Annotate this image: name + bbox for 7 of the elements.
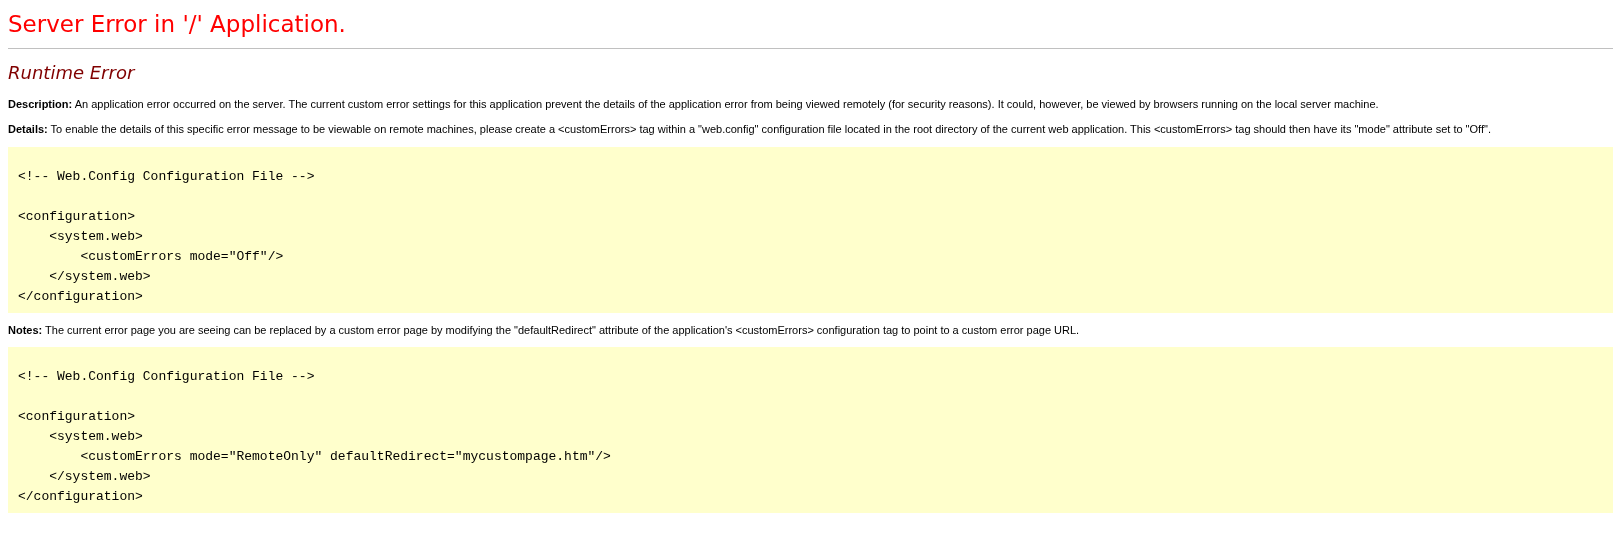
description-text: Description: An application error occurred on the server. The current custom error settings for this application prevent the details of the application error from being viewed remotely (for security reasons). It could, however, be viewed by browsers running on the local server machine. — [8, 97, 1380, 111]
page-title: Server Error in '/' Application. — [8, 10, 347, 38]
notes-text: Notes: The current error page you are seeing can be replaced by a custom error page by modifying the "defaultRedirect" attribute of the application's <customErrors> configuration tag to point to a custom error page URL. — [8, 323, 1081, 337]
error-heading: Runtime Error — [8, 61, 137, 85]
code-block: <!-- Web.Config Configuration File --> <configuration> <system.web> <customErrors mode="RemoteOnly" defaultRedirect="mycustompage.htm"/> </system.web> </configuration> — [8, 347, 1613, 513]
code-block: <!-- Web.Config Configuration File --> <configuration> <system.web> <customErrors mode="Off"/> </system.web> </configuration> — [8, 147, 1613, 313]
details-text: Details: To enable the details of this specific error message to be viewable on remote machines, please create a <customErrors> tag within a "web.config" configuration file located in the root directory of the current web application. This <customErrors> tag should then have its "mode" attribute set to "Off". — [8, 122, 1492, 136]
